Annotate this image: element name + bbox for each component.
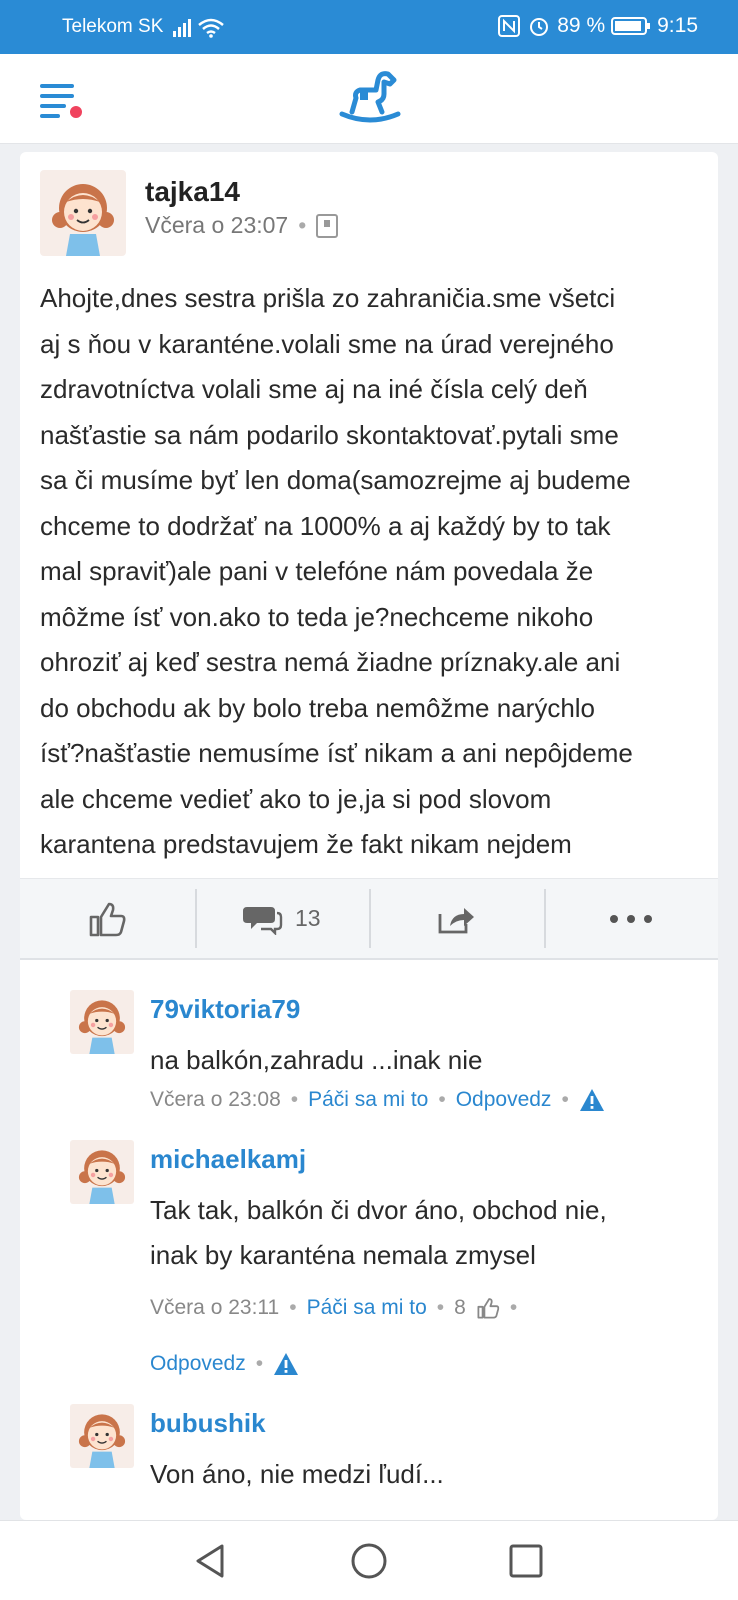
post-card: tajka14 Včera o 23:07 • Ahojte,dnes sest… [20,152,718,1520]
meta-separator: • [255,1352,264,1375]
comment-time: Včera o 23:08 [150,1088,281,1111]
carrier-name: Telekom SK [62,16,164,37]
post-line: ísť?našťastie nemusíme ísť nikam a ani n… [40,738,633,768]
home-circle-icon[interactable] [349,1541,389,1581]
comment-reply-link[interactable]: Odpovedz [150,1352,246,1376]
signal-wifi-icon [173,18,224,38]
comment-author[interactable]: michaelkamj [150,1144,306,1175]
post-line: Ahojte,dnes sestra prišla zo zahraničia.… [40,283,616,313]
comment-item: michaelkamj Tak tak, balkón či dvor áno,… [70,1140,690,1380]
report-warning-icon[interactable] [273,1352,299,1376]
comment-line: Von áno, nie medzi ľudí... [150,1459,444,1489]
post-line: karantena predstavujem že fakt nikam nej… [40,829,572,859]
rocking-horse-logo[interactable] [338,70,402,126]
comment-avatar[interactable] [70,1404,134,1468]
share-icon [438,907,475,933]
comment-like-count: 8 [454,1296,466,1319]
lock-icon [316,213,339,238]
comment-item: bubushik Von áno, nie medzi ľudí... [70,1404,690,1516]
comment-text: na balkón,zahradu ...inak nie [150,1038,670,1083]
post-action-bar: 13 [20,878,718,960]
clock: 9:15 [657,14,698,37]
post-line: ale chceme vedieť ako to je,ja si pod sl… [40,783,552,814]
share-button[interactable] [369,879,544,958]
notification-dot [68,104,84,120]
comment-avatar[interactable] [70,1140,134,1204]
meta-separator: • [438,1088,446,1111]
thumbs-up-icon [89,902,126,936]
like-button[interactable] [20,879,195,958]
comment-line: inak by karanténa nemala zmysel [150,1240,536,1270]
post-body: Ahojte,dnes sestra prišla zo zahraničia.… [40,276,700,868]
comment-line: Tak tak, balkón či dvor áno, obchod nie, [150,1195,607,1225]
comment-avatar[interactable] [70,990,134,1054]
post-line: sa či musíme byť len doma(samozrejme aj … [40,465,631,495]
post-author-avatar[interactable] [40,170,126,256]
alarm-icon [530,18,549,36]
post-author-name[interactable]: tajka14 [145,176,240,208]
hamburger-menu-icon[interactable] [36,80,86,124]
comment-like-link[interactable]: Páči sa mi to [307,1296,427,1320]
comment-like-link[interactable]: Páči sa mi to [308,1088,428,1112]
more-dots-icon [609,914,652,923]
thumbs-up-icon [477,1298,500,1319]
meta-separator: • [289,1296,297,1319]
more-options-button[interactable] [543,879,719,958]
meta-separator: • [436,1296,445,1319]
comments-button[interactable]: 13 [194,879,370,958]
post-line: mal spraviť)ale pani v telefóne nám pove… [40,556,594,586]
battery-percent: 89 % [557,14,606,37]
comment-meta: Včera o 23:11 • Páči sa mi to • 8 • [150,1296,517,1320]
comment-text: Tak tak, balkón či dvor áno, obchod nie,… [150,1188,670,1278]
app-header [0,54,738,144]
meta-separator: • [298,212,307,238]
recent-apps-square-icon[interactable] [506,1541,546,1581]
comment-bubbles-icon [242,906,283,935]
comment-reply-link[interactable]: Odpovedz [456,1088,552,1112]
post-line: do obchodu ak by bolo treba nemôžme narý… [40,692,596,723]
back-triangle-icon[interactable] [190,1541,230,1581]
meta-separator: • [509,1296,518,1319]
post-line: chceme to dodržať na 1000% a aj každý by… [40,510,611,541]
comment-meta: Včera o 23:08 • Páči sa mi to • Odpovedz… [150,1088,605,1112]
post-meta: Včera o 23:07 • [145,212,339,239]
comment-line: na balkón,zahradu ...inak nie [150,1045,483,1075]
comment-author[interactable]: bubushik [150,1408,266,1439]
comment-time: Včera o 23:11 [150,1296,280,1319]
comment-count: 13 [294,905,321,931]
comment-text: Von áno, nie medzi ľudí... [150,1452,670,1497]
meta-separator: • [290,1088,299,1111]
meta-separator: • [561,1088,569,1111]
post-line: môžme ísť von.ako to teda je?nechceme ni… [40,601,594,632]
comment-meta-row2: Odpovedz • [150,1352,299,1376]
report-warning-icon[interactable] [579,1088,605,1112]
post-line: našťastie sa nám podarilo skontaktovať.p… [40,419,619,450]
comment-item: 79viktoria79 na balkón,zahradu ...inak n… [70,990,690,1120]
nfc-icon [498,15,521,37]
post-line: zdravotníctva volali sme aj na iné čísla… [40,374,588,404]
comment-author[interactable]: 79viktoria79 [150,994,300,1025]
post-time: Včera o 23:07 [145,212,289,238]
battery-icon [611,17,651,35]
post-line: ohroziť aj keď sestra nemá žiadne prízna… [40,647,621,677]
post-line: aj s ňou v karanténe.volali sme na úrad … [40,328,614,359]
status-bar: Telekom SK 89 % 9:15 [0,0,738,54]
system-nav-bar [0,1520,738,1600]
